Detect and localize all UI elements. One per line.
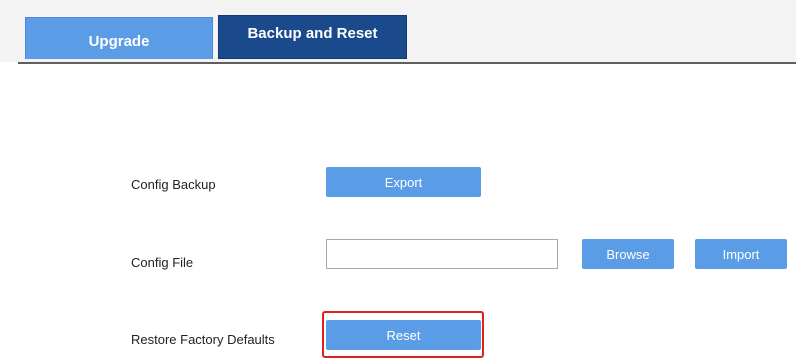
import-button[interactable]: Import <box>695 239 787 269</box>
config-file-label: Config File <box>131 255 194 270</box>
browse-button[interactable]: Browse <box>582 239 674 269</box>
browse-button-label: Browse <box>606 246 650 262</box>
config-backup-label: Config Backup <box>131 177 216 192</box>
backup-reset-page: Upgrade Backup and Reset Config Backup E… <box>0 0 796 364</box>
config-file-field[interactable] <box>326 239 558 269</box>
restore-factory-defaults-label: Restore Factory Defaults <box>131 332 275 347</box>
tab-upgrade-label: Upgrade <box>88 33 150 50</box>
tab-backup-and-reset-label: Backup and Reset <box>247 24 378 42</box>
tab-backup-and-reset[interactable]: Backup and Reset <box>218 15 407 59</box>
backup-reset-panel: Config Backup Export Config File Browse … <box>18 64 796 364</box>
reset-button[interactable]: Reset <box>326 320 481 350</box>
reset-button-label: Reset <box>386 327 421 343</box>
tab-strip: Upgrade Backup and Reset <box>0 0 796 62</box>
tab-upgrade[interactable]: Upgrade <box>25 17 213 59</box>
export-button[interactable]: Export <box>326 167 481 197</box>
export-button-label: Export <box>384 174 423 190</box>
import-button-label: Import <box>722 246 760 262</box>
